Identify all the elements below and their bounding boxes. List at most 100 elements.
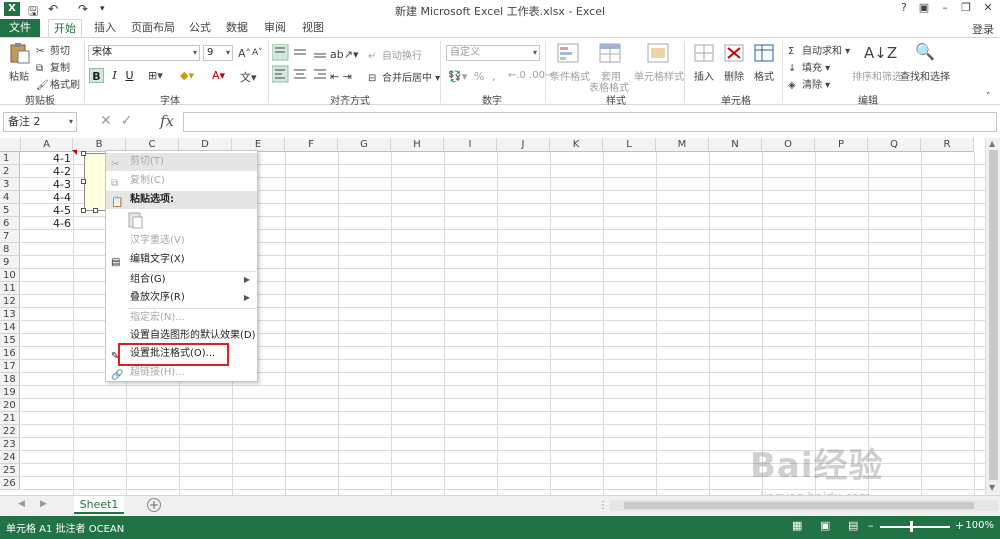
cell-a2[interactable]: 4-2 bbox=[22, 165, 71, 178]
paste-option-icon[interactable] bbox=[128, 211, 144, 229]
row-header[interactable]: 4 bbox=[0, 191, 20, 204]
ribbon-display-icon[interactable]: ▣ bbox=[914, 1, 934, 14]
name-box[interactable]: 备注 2 ▾ bbox=[3, 112, 77, 132]
column-header[interactable]: Q bbox=[868, 138, 921, 152]
binoculars-icon[interactable]: 🔍 bbox=[915, 42, 935, 61]
font-name-select[interactable]: 宋体 ▾ bbox=[88, 45, 200, 61]
cell-styles-icon[interactable] bbox=[646, 42, 670, 64]
row-header[interactable]: 6 bbox=[0, 217, 20, 230]
format-button[interactable]: 格式 bbox=[754, 68, 774, 83]
row-header[interactable]: 3 bbox=[0, 178, 20, 191]
zoom-out-button[interactable]: – bbox=[868, 519, 874, 532]
scroll-down-icon[interactable]: ▼ bbox=[989, 483, 995, 492]
column-header[interactable]: N bbox=[709, 138, 762, 152]
sort-filter-button[interactable]: 排序和筛选 bbox=[852, 68, 902, 83]
italic-button[interactable]: I bbox=[107, 68, 122, 83]
scroll-thumb[interactable] bbox=[624, 502, 974, 509]
cell-a3[interactable]: 4-3 bbox=[22, 178, 71, 191]
format-cells-icon[interactable] bbox=[752, 42, 776, 64]
underline-button[interactable]: U bbox=[122, 68, 137, 83]
clear-button[interactable]: ◈ 清除 ▾ bbox=[788, 76, 830, 92]
resize-handle[interactable] bbox=[81, 179, 86, 184]
merge-center-button[interactable]: ⊟ 合并后居中 ▾ bbox=[368, 69, 440, 85]
row-header[interactable]: 21 bbox=[0, 412, 20, 425]
next-sheet-icon[interactable]: ▶ bbox=[40, 499, 47, 509]
row-header[interactable]: 5 bbox=[0, 204, 20, 217]
row-header[interactable]: 19 bbox=[0, 386, 20, 399]
row-header[interactable]: 9 bbox=[0, 256, 20, 269]
select-all-corner[interactable] bbox=[0, 138, 21, 152]
prev-sheet-icon[interactable]: ◀ bbox=[18, 499, 25, 509]
delete-button[interactable]: 删除 bbox=[724, 68, 744, 83]
orientation-icon[interactable]: ab↗▾ bbox=[330, 48, 358, 61]
number-format-select[interactable]: 自定义 ▾ bbox=[446, 45, 540, 61]
column-header[interactable]: J bbox=[497, 138, 550, 152]
row-header[interactable]: 17 bbox=[0, 360, 20, 373]
paste-icon[interactable] bbox=[8, 42, 32, 64]
autosum-button[interactable]: Σ 自动求和 ▾ bbox=[788, 42, 850, 58]
page-break-view-icon[interactable]: ▤ bbox=[848, 519, 858, 532]
bold-button[interactable]: B bbox=[89, 68, 104, 83]
column-header[interactable]: P bbox=[815, 138, 868, 152]
column-header[interactable]: L bbox=[603, 138, 656, 152]
row-header[interactable]: 18 bbox=[0, 373, 20, 386]
zoom-slider[interactable] bbox=[880, 526, 950, 528]
insert-function-button[interactable]: fx bbox=[160, 112, 174, 130]
cancel-enter-icons[interactable]: ✕ ✓ bbox=[100, 113, 132, 129]
cell-styles-button[interactable]: 单元格样式 bbox=[634, 68, 684, 83]
conditional-format-button[interactable]: 条件格式 bbox=[550, 68, 590, 83]
help-button[interactable]: ? bbox=[894, 1, 914, 14]
cell-a1[interactable]: 4-1 bbox=[22, 152, 71, 165]
format-as-table-icon[interactable] bbox=[598, 42, 622, 64]
column-header[interactable]: O bbox=[762, 138, 815, 152]
conditional-format-icon[interactable] bbox=[556, 42, 580, 64]
row-header[interactable]: 25 bbox=[0, 464, 20, 477]
tab-data[interactable]: 数据 bbox=[222, 19, 252, 37]
tab-home[interactable]: 开始 bbox=[48, 19, 82, 37]
row-header[interactable]: 2 bbox=[0, 165, 20, 178]
row-header[interactable]: 1 bbox=[0, 152, 20, 165]
insert-cells-icon[interactable] bbox=[692, 42, 716, 64]
menu-item-cut[interactable]: ✂ 剪切(T) bbox=[106, 153, 257, 171]
alignment-buttons-icon[interactable] bbox=[272, 44, 336, 88]
cell-a5[interactable]: 4-5 bbox=[22, 204, 71, 217]
column-header[interactable]: H bbox=[391, 138, 444, 152]
find-select-button[interactable]: 查找和选择 bbox=[900, 68, 950, 83]
row-header[interactable]: 14 bbox=[0, 321, 20, 334]
delete-cells-icon[interactable] bbox=[722, 42, 746, 64]
row-header[interactable]: 23 bbox=[0, 438, 20, 451]
horizontal-scrollbar[interactable] bbox=[610, 500, 998, 511]
comma-button[interactable]: , bbox=[492, 70, 496, 83]
add-sheet-button[interactable]: + bbox=[147, 498, 161, 512]
column-header[interactable]: K bbox=[550, 138, 603, 152]
format-painter-button[interactable]: 🖌格式刷 bbox=[36, 76, 80, 92]
menu-item-copy[interactable]: ⧉ 复制(C) bbox=[106, 172, 257, 190]
resize-handle[interactable] bbox=[81, 151, 86, 156]
fill-button[interactable]: ↓ 填充 ▾ bbox=[788, 59, 830, 75]
sort-filter-icon[interactable]: A↓Z bbox=[864, 44, 897, 62]
row-header[interactable]: 22 bbox=[0, 425, 20, 438]
menu-item-order[interactable]: 叠放次序(R) ▶ bbox=[106, 289, 257, 307]
row-header[interactable]: 11 bbox=[0, 282, 20, 295]
phonetic-icon[interactable]: 文▾ bbox=[240, 69, 257, 85]
tab-insert[interactable]: 插入 bbox=[90, 19, 120, 37]
row-header[interactable]: 16 bbox=[0, 347, 20, 360]
tab-split-icon[interactable]: ⋮ bbox=[598, 500, 608, 511]
zoom-in-button[interactable]: + bbox=[955, 519, 964, 532]
row-header[interactable]: 20 bbox=[0, 399, 20, 412]
menu-item-reconversion[interactable]: 汉字重选(V) bbox=[106, 232, 257, 250]
collapse-ribbon-icon[interactable]: ˄ bbox=[986, 92, 991, 102]
sheet-tab-sheet1[interactable]: Sheet1 bbox=[74, 496, 124, 514]
row-header[interactable]: 10 bbox=[0, 269, 20, 282]
zoom-level[interactable]: 100% bbox=[965, 520, 994, 531]
normal-view-icon[interactable]: ▦ bbox=[792, 519, 802, 532]
cell-a4[interactable]: 4-4 bbox=[22, 191, 71, 204]
tab-page-layout[interactable]: 页面布局 bbox=[128, 19, 178, 37]
zoom-slider-thumb[interactable] bbox=[910, 521, 913, 532]
cut-button[interactable]: ✂ 剪切 bbox=[36, 42, 70, 58]
wrap-text-button[interactable]: ↵ 自动换行 bbox=[368, 47, 422, 63]
decimal-icons[interactable]: ←.0 .00→ bbox=[508, 70, 553, 81]
login-link[interactable]: 登录 bbox=[972, 21, 994, 37]
fill-color-icon[interactable]: ◆▾ bbox=[180, 69, 194, 82]
row-header[interactable]: 12 bbox=[0, 295, 20, 308]
